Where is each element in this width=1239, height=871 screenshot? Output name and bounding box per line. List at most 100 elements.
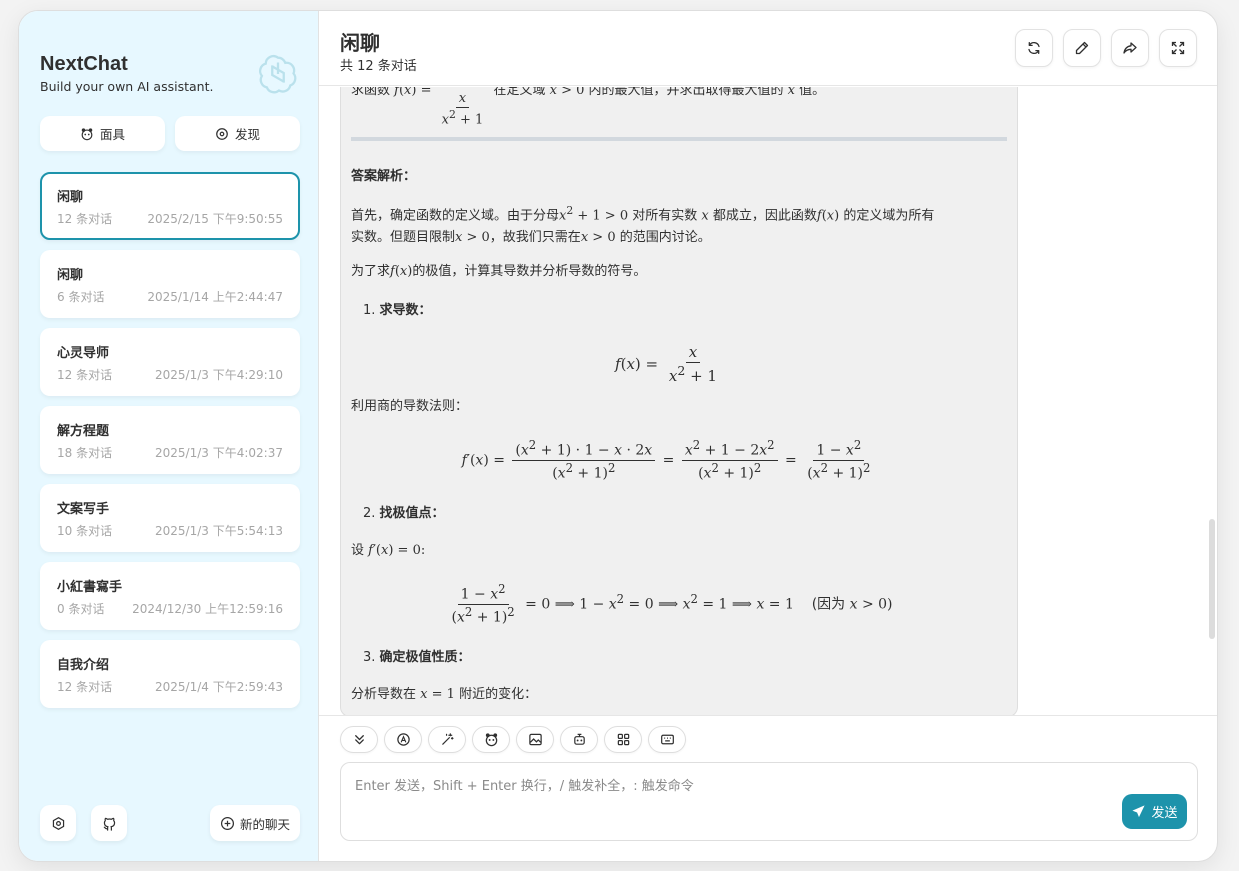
chat-item-count: 12 条对话 [57,368,113,382]
set-label: 设 [351,543,365,558]
chat-header: 闲聊 共 12 条对话 [319,11,1217,86]
message-input[interactable]: Enter 发送，Shift + Enter 换行，/ 触发补全，: 触发命令 [340,762,1198,841]
chat-item-count: 12 条对话 [57,680,113,694]
double-chevron-down-icon [354,735,364,745]
mask-button[interactable]: 面具 [40,116,165,151]
analyze-b: 附近的变化： [459,687,538,702]
edit-button[interactable] [1063,29,1101,67]
send-label: 发送 [1151,806,1178,821]
upload-image-button[interactable] [516,726,554,753]
step-1: 1. 求导数： [363,303,432,318]
chat-item-title: 解方程题 [57,424,110,439]
masks-button[interactable] [472,726,510,753]
send-button[interactable]: 发送 [1122,794,1187,829]
chat-item-count: 6 条对话 [57,290,105,304]
chat-item-time: 2025/2/15 下午9:50:55 [147,212,283,226]
quotient-rule: 利用商的导数法则： [351,399,469,414]
shortcuts-button[interactable] [604,726,642,753]
para1-f: ，故我们只需在 [489,230,581,246]
prompt-hints-button[interactable] [428,726,466,753]
send-icon [1132,805,1146,818]
openai-logo-icon [259,55,297,94]
maximize-icon [1171,41,1185,55]
github-button[interactable] [91,805,127,841]
para1-g: 的范围内讨论。 [619,230,711,246]
chat-item-time: 2025/1/14 上午2:44:47 [147,290,283,304]
step-2-label: 找极值点： [379,506,445,521]
messages-scrollbar[interactable] [1209,519,1215,639]
share-icon [1123,42,1137,54]
para1-d: 的定义域为所有 [843,208,935,224]
github-icon [103,817,115,831]
grid-icon [617,733,629,746]
question-text-1: 在定义域 [493,87,546,98]
settings-button[interactable] [40,805,76,841]
question-text-2: 内的最大值，并求出取得最大值的 [588,87,784,98]
new-chat-label: 新的聊天 [239,816,290,832]
chat-item-time: 2024/12/30 上午12:59:16 [132,602,283,616]
discover-button[interactable]: 发现 [175,116,300,151]
app-title: NextChat [40,53,128,75]
chat-item-title: 文案写手 [57,502,110,517]
chat-item-count: 18 条对话 [57,446,113,460]
equation-f: f(x) = x x2 + 1 [615,343,717,385]
chat-item-time: 2025/1/3 下午4:02:37 [155,446,283,460]
chat-item-title: 自我介绍 [57,658,110,673]
compass-icon [216,127,228,140]
chat-item[interactable]: 解方程题 18 条对话 2025/1/3 下午4:02:37 [40,406,300,474]
chat-item[interactable]: 闲聊 12 条对话 2025/2/15 下午9:50:55 [40,172,300,240]
step-2: 2. 找极值点： [363,506,445,521]
composer: Enter 发送，Shift + Enter 换行，/ 触发补全，: 触发命令 … [319,715,1217,861]
equation-derivative: f′(x) = (x2 + 1) · 1 − x · 2x (x2 + 1)2 =… [461,438,871,482]
step-1-label: 求导数： [379,303,432,318]
chat-actions [340,726,686,753]
chat-item[interactable]: 闲聊 6 条对话 2025/1/14 上午2:44:47 [40,250,300,318]
para1-e: 实数。但题目限制 [351,230,456,246]
fullscreen-button[interactable] [1159,29,1197,67]
chat-item-count: 0 条对话 [57,602,105,616]
chat-item-time: 2025/1/4 下午2:59:43 [155,680,283,694]
model-select-button[interactable] [384,726,422,753]
plugin-button[interactable] [560,726,598,753]
para1-a: 首先，确定函数的定义域。由于分母 [351,208,560,224]
equation-critical: 1 − x2 (x2 + 1)2 = 0 ⟹ 1 − x2 = 0 ⟹ x2 = … [451,582,893,626]
scroll-to-bottom-button[interactable] [340,726,378,753]
pencil-icon [1075,41,1089,55]
para1-c: 都成立，因此函数 [712,208,817,224]
chat-item[interactable]: 文案写手 10 条对话 2025/1/3 下午5:54:13 [40,484,300,552]
mask-label: 面具 [99,127,125,142]
chat-item-title: 心灵导师 [57,346,110,361]
divider [351,137,1007,141]
answer-heading: 答案解析： [351,169,417,184]
robot-circle-icon [396,733,410,746]
chat-item-title: 闲聊 [57,190,84,205]
chat-item-count: 10 条对话 [57,524,113,538]
step-3-label: 确定极值性质： [379,650,471,665]
step-3: 3. 确定极值性质： [363,650,471,665]
chat-item-title: 闲聊 [57,268,84,283]
gear-icon [52,816,64,830]
chat-item-count: 12 条对话 [57,212,113,226]
app-subtitle: Build your own AI assistant. [40,79,214,94]
chat-count: 共 12 条对话 [340,59,417,74]
chat-item-time: 2025/1/3 下午5:54:13 [155,524,283,538]
chat-title[interactable]: 闲聊 [340,27,380,56]
reload-icon [1028,41,1040,55]
new-chat-button[interactable]: 新的聊天 [209,805,300,841]
chat-item[interactable]: 小紅書寫手 0 条对话 2024/12/30 上午12:59:16 [40,562,300,630]
share-button[interactable] [1111,29,1149,67]
robot-icon [573,733,585,745]
image-icon [528,733,542,746]
para2-a: 为了求 [351,264,391,279]
mask-icon [81,127,93,140]
mask-icon [485,733,497,747]
chat-item-time: 2025/1/3 下午4:29:10 [155,368,283,382]
refresh-title-button[interactable] [1015,29,1053,67]
app-window: NextChat Build your own AI assistant. 面具… [18,10,1218,862]
chat-item[interactable]: 心灵导师 12 条对话 2025/1/3 下午4:29:10 [40,328,300,396]
message-list: 求函数 f(x) = x x2 + 1 在定义域 x > 0 内的最大值，并求出取… [319,87,1217,715]
chat-item[interactable]: 自我介绍 12 条对话 2025/1/4 下午2:59:43 [40,640,300,708]
keyboard-button[interactable] [648,726,686,753]
analyze-a: 分析导数在 [351,687,417,702]
para1-b: 对所有实数 [632,208,698,224]
